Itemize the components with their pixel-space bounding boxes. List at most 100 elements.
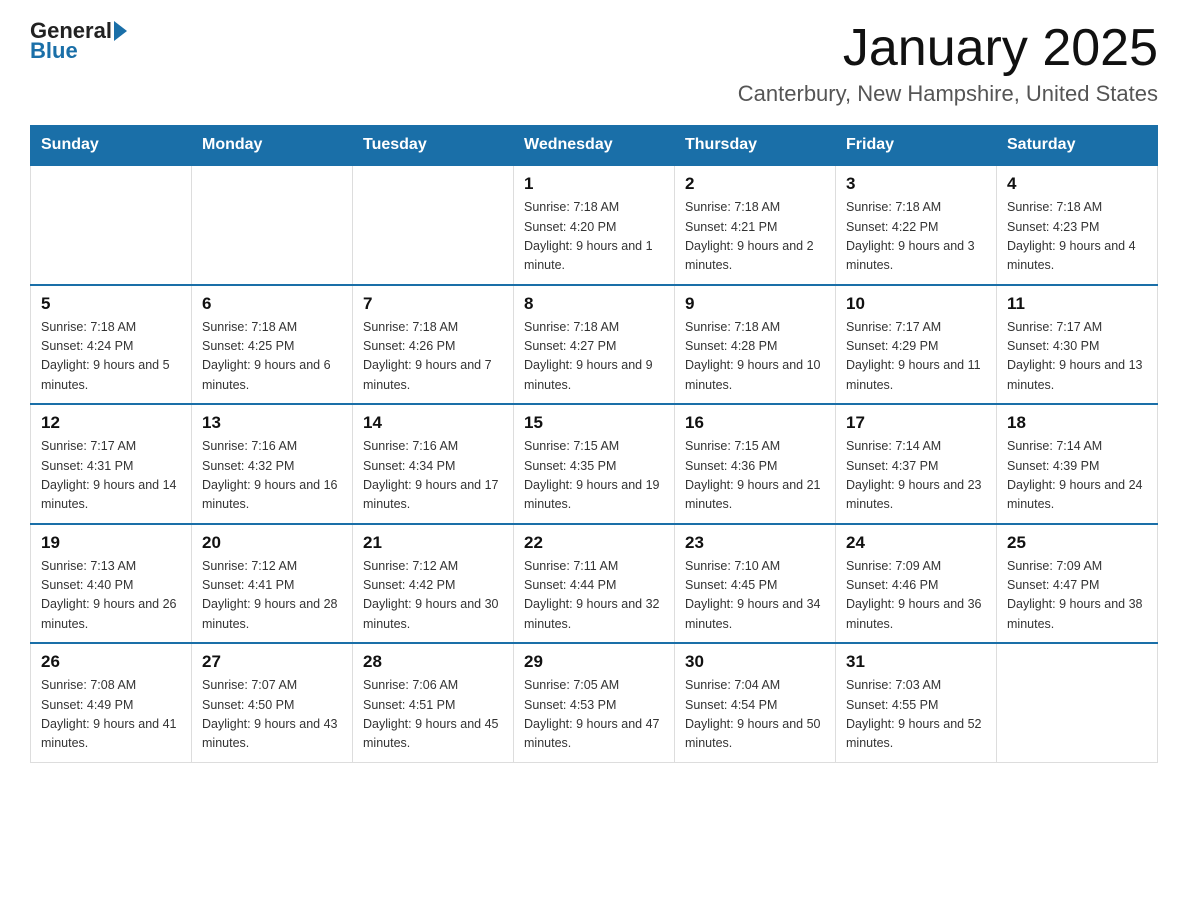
day-info: Sunrise: 7:10 AMSunset: 4:45 PMDaylight:…	[685, 557, 825, 635]
day-number: 13	[202, 413, 342, 433]
calendar-cell: 13 Sunrise: 7:16 AMSunset: 4:32 PMDayligh…	[192, 404, 353, 524]
calendar-week-5: 26 Sunrise: 7:08 AMSunset: 4:49 PMDayligh…	[31, 643, 1158, 762]
calendar-cell: 22 Sunrise: 7:11 AMSunset: 4:44 PMDayligh…	[514, 524, 675, 644]
calendar-title: January 2025	[738, 20, 1158, 77]
calendar-week-3: 12 Sunrise: 7:17 AMSunset: 4:31 PMDayligh…	[31, 404, 1158, 524]
logo-arrow-icon	[114, 21, 127, 41]
day-info: Sunrise: 7:11 AMSunset: 4:44 PMDaylight:…	[524, 557, 664, 635]
calendar-subtitle: Canterbury, New Hampshire, United States	[738, 81, 1158, 107]
calendar-cell: 7 Sunrise: 7:18 AMSunset: 4:26 PMDaylight…	[353, 285, 514, 405]
day-info: Sunrise: 7:13 AMSunset: 4:40 PMDaylight:…	[41, 557, 181, 635]
day-info: Sunrise: 7:16 AMSunset: 4:32 PMDaylight:…	[202, 437, 342, 515]
day-number: 20	[202, 533, 342, 553]
day-info: Sunrise: 7:05 AMSunset: 4:53 PMDaylight:…	[524, 676, 664, 754]
day-info: Sunrise: 7:04 AMSunset: 4:54 PMDaylight:…	[685, 676, 825, 754]
col-friday: Friday	[836, 126, 997, 166]
day-number: 29	[524, 652, 664, 672]
calendar-cell: 4Sunrise: 7:18 AMSunset: 4:23 PMDaylight…	[997, 165, 1158, 285]
col-sunday: Sunday	[31, 126, 192, 166]
calendar-cell: 28Sunrise: 7:06 AMSunset: 4:51 PMDayligh…	[353, 643, 514, 762]
day-info: Sunrise: 7:09 AMSunset: 4:46 PMDaylight:…	[846, 557, 986, 635]
calendar-cell: 15 Sunrise: 7:15 AMSunset: 4:35 PMDayligh…	[514, 404, 675, 524]
day-info: Sunrise: 7:18 AMSunset: 4:24 PMDaylight:…	[41, 318, 181, 396]
calendar-week-1: 1Sunrise: 7:18 AMSunset: 4:20 PMDaylight…	[31, 165, 1158, 285]
day-info: Sunrise: 7:18 AMSunset: 4:23 PMDaylight:…	[1007, 198, 1147, 276]
day-number: 26	[41, 652, 181, 672]
day-number: 15	[524, 413, 664, 433]
day-info: Sunrise: 7:17 AMSunset: 4:31 PMDaylight:…	[41, 437, 181, 515]
day-info: Sunrise: 7:15 AMSunset: 4:35 PMDaylight:…	[524, 437, 664, 515]
day-number: 25	[1007, 533, 1147, 553]
day-number: 17	[846, 413, 986, 433]
calendar-cell: 17 Sunrise: 7:14 AMSunset: 4:37 PMDayligh…	[836, 404, 997, 524]
calendar-cell	[192, 165, 353, 285]
page-header: General Blue January 2025 Canterbury, Ne…	[30, 20, 1158, 107]
calendar-cell: 26 Sunrise: 7:08 AMSunset: 4:49 PMDayligh…	[31, 643, 192, 762]
day-number: 11	[1007, 294, 1147, 314]
header-row: Sunday Monday Tuesday Wednesday Thursday…	[31, 126, 1158, 166]
calendar-cell: 27Sunrise: 7:07 AMSunset: 4:50 PMDayligh…	[192, 643, 353, 762]
day-number: 27	[202, 652, 342, 672]
day-info: Sunrise: 7:14 AMSunset: 4:37 PMDaylight:…	[846, 437, 986, 515]
day-number: 30	[685, 652, 825, 672]
calendar-cell: 11 Sunrise: 7:17 AMSunset: 4:30 PMDayligh…	[997, 285, 1158, 405]
logo: General Blue	[30, 20, 127, 62]
day-info: Sunrise: 7:09 AMSunset: 4:47 PMDaylight:…	[1007, 557, 1147, 635]
day-number: 3	[846, 174, 986, 194]
title-area: January 2025 Canterbury, New Hampshire, …	[738, 20, 1158, 107]
day-info: Sunrise: 7:15 AMSunset: 4:36 PMDaylight:…	[685, 437, 825, 515]
day-number: 6	[202, 294, 342, 314]
calendar-cell: 19Sunrise: 7:13 AMSunset: 4:40 PMDayligh…	[31, 524, 192, 644]
day-info: Sunrise: 7:14 AMSunset: 4:39 PMDaylight:…	[1007, 437, 1147, 515]
calendar-cell: 8Sunrise: 7:18 AMSunset: 4:27 PMDaylight…	[514, 285, 675, 405]
calendar-cell: 1Sunrise: 7:18 AMSunset: 4:20 PMDaylight…	[514, 165, 675, 285]
day-info: Sunrise: 7:18 AMSunset: 4:26 PMDaylight:…	[363, 318, 503, 396]
calendar-cell: 10Sunrise: 7:17 AMSunset: 4:29 PMDayligh…	[836, 285, 997, 405]
col-tuesday: Tuesday	[353, 126, 514, 166]
day-number: 9	[685, 294, 825, 314]
calendar-cell: 30 Sunrise: 7:04 AMSunset: 4:54 PMDayligh…	[675, 643, 836, 762]
calendar-cell: 18Sunrise: 7:14 AMSunset: 4:39 PMDayligh…	[997, 404, 1158, 524]
logo-text-blue: Blue	[30, 40, 78, 62]
day-info: Sunrise: 7:18 AMSunset: 4:25 PMDaylight:…	[202, 318, 342, 396]
day-number: 7	[363, 294, 503, 314]
col-monday: Monday	[192, 126, 353, 166]
day-number: 31	[846, 652, 986, 672]
day-number: 24	[846, 533, 986, 553]
day-number: 23	[685, 533, 825, 553]
calendar-week-2: 5 Sunrise: 7:18 AMSunset: 4:24 PMDaylight…	[31, 285, 1158, 405]
day-info: Sunrise: 7:12 AMSunset: 4:42 PMDaylight:…	[363, 557, 503, 635]
calendar-cell: 9Sunrise: 7:18 AMSunset: 4:28 PMDaylight…	[675, 285, 836, 405]
calendar-cell: 6 Sunrise: 7:18 AMSunset: 4:25 PMDaylight…	[192, 285, 353, 405]
calendar-cell: 16 Sunrise: 7:15 AMSunset: 4:36 PMDayligh…	[675, 404, 836, 524]
day-number: 8	[524, 294, 664, 314]
calendar-week-4: 19Sunrise: 7:13 AMSunset: 4:40 PMDayligh…	[31, 524, 1158, 644]
day-number: 21	[363, 533, 503, 553]
day-number: 12	[41, 413, 181, 433]
day-number: 22	[524, 533, 664, 553]
calendar-cell: 23 Sunrise: 7:10 AMSunset: 4:45 PMDayligh…	[675, 524, 836, 644]
day-number: 28	[363, 652, 503, 672]
calendar-cell	[353, 165, 514, 285]
calendar-cell: 5 Sunrise: 7:18 AMSunset: 4:24 PMDaylight…	[31, 285, 192, 405]
calendar-body: 1Sunrise: 7:18 AMSunset: 4:20 PMDaylight…	[31, 165, 1158, 762]
calendar-cell: 2Sunrise: 7:18 AMSunset: 4:21 PMDaylight…	[675, 165, 836, 285]
day-info: Sunrise: 7:18 AMSunset: 4:22 PMDaylight:…	[846, 198, 986, 276]
calendar-header: Sunday Monday Tuesday Wednesday Thursday…	[31, 126, 1158, 166]
day-number: 16	[685, 413, 825, 433]
day-number: 10	[846, 294, 986, 314]
calendar-cell: 24 Sunrise: 7:09 AMSunset: 4:46 PMDayligh…	[836, 524, 997, 644]
calendar-cell: 14Sunrise: 7:16 AMSunset: 4:34 PMDayligh…	[353, 404, 514, 524]
calendar-cell	[31, 165, 192, 285]
calendar-table: Sunday Monday Tuesday Wednesday Thursday…	[30, 125, 1158, 763]
calendar-cell: 25 Sunrise: 7:09 AMSunset: 4:47 PMDayligh…	[997, 524, 1158, 644]
calendar-cell: 29 Sunrise: 7:05 AMSunset: 4:53 PMDayligh…	[514, 643, 675, 762]
day-info: Sunrise: 7:17 AMSunset: 4:30 PMDaylight:…	[1007, 318, 1147, 396]
day-info: Sunrise: 7:12 AMSunset: 4:41 PMDaylight:…	[202, 557, 342, 635]
calendar-cell: 21 Sunrise: 7:12 AMSunset: 4:42 PMDayligh…	[353, 524, 514, 644]
day-number: 2	[685, 174, 825, 194]
day-info: Sunrise: 7:18 AMSunset: 4:20 PMDaylight:…	[524, 198, 664, 276]
col-wednesday: Wednesday	[514, 126, 675, 166]
day-number: 5	[41, 294, 181, 314]
day-info: Sunrise: 7:08 AMSunset: 4:49 PMDaylight:…	[41, 676, 181, 754]
